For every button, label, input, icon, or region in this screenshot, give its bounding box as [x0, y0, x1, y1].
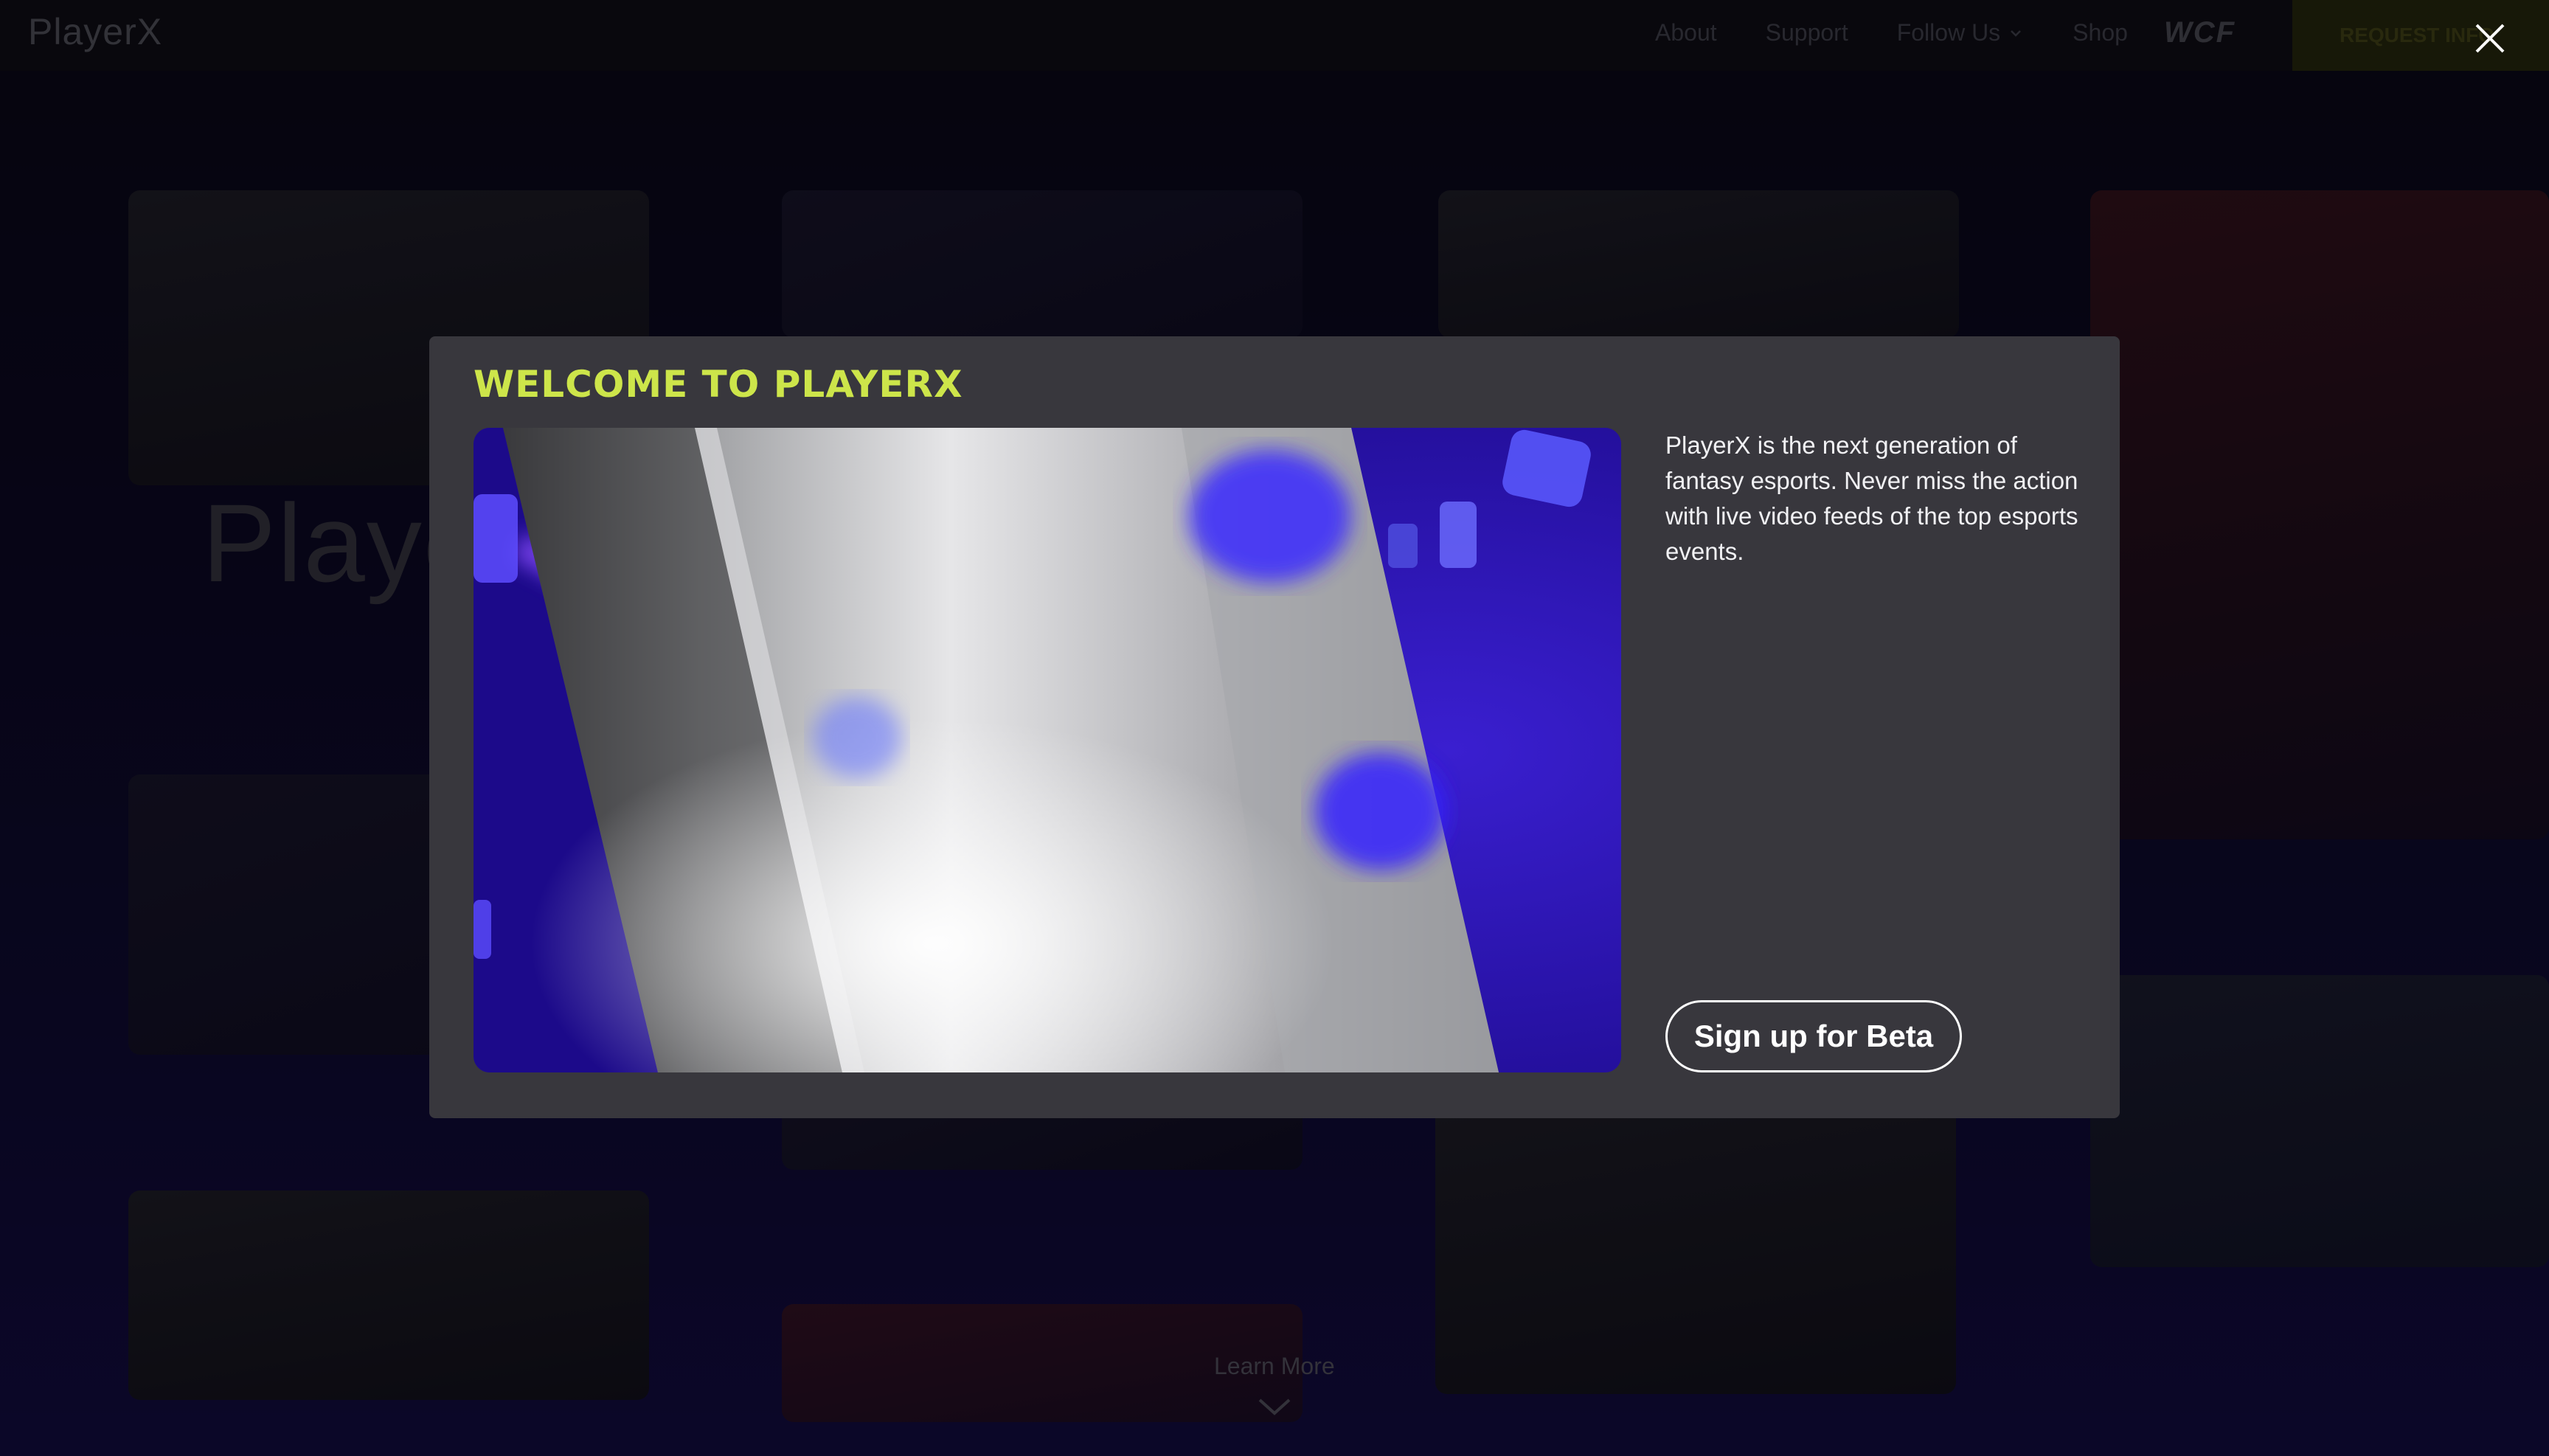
modal-description: PlayerX is the next generation of fantas…	[1665, 431, 2078, 565]
sign-up-beta-button[interactable]: Sign up for Beta	[1665, 1000, 1962, 1072]
close-icon[interactable]	[2472, 21, 2508, 56]
video-frame-icon	[474, 428, 1621, 1072]
welcome-modal: WELCOME TO PLAYERX PlayerX is the next g…	[429, 336, 2120, 1118]
modal-title: WELCOME TO PLAYERX	[474, 363, 963, 406]
promo-video[interactable]	[474, 428, 1621, 1072]
